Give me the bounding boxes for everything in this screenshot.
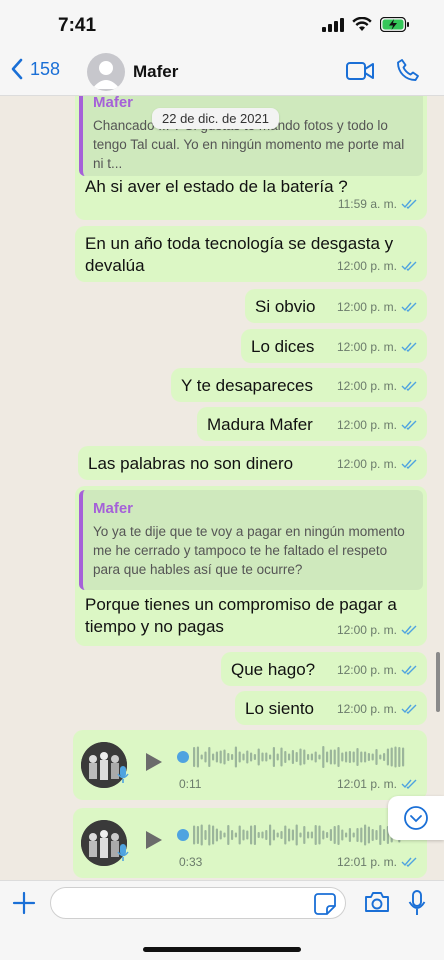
status-bar: 7:41 (0, 0, 444, 48)
chevron-down-circle-icon (404, 806, 428, 830)
waveform[interactable] (177, 822, 409, 848)
battery-charging-icon (380, 17, 409, 32)
quote-author: Mafer (93, 500, 134, 517)
message-meta: 12:01 p. m. (337, 851, 417, 873)
quote-text: Yo ya te dije que te voy a pagar en ning… (93, 524, 405, 577)
chat-area[interactable]: Mafer Chancado ... ? Si gustas te mando … (0, 96, 444, 880)
message-time: 12:00 p. m. (336, 379, 397, 393)
unread-count: 158 (30, 58, 61, 79)
voice-message[interactable]: 0:11 12:01 p. m. (73, 730, 427, 800)
back-button[interactable]: 158 (10, 58, 60, 80)
message-meta: 12:00 p. m. (337, 296, 417, 318)
chat-header: 158 Mafer (0, 48, 444, 96)
message-bubble[interactable]: Mafer Yo ya te dije que te voy a pagar e… (75, 486, 427, 646)
double-check-icon (401, 857, 417, 867)
message-time: 12:01 p. m. (336, 777, 397, 791)
message-time: 12:00 p. m. (336, 340, 397, 354)
microphone-icon (408, 890, 426, 915)
message-meta: 12:00 p. m. (337, 255, 417, 277)
microphone-badge-icon (117, 844, 129, 861)
message-time: 12:00 p. m. (336, 418, 397, 432)
message-bubble[interactable]: Madura Mafer 12:00 p. m. (197, 407, 427, 441)
message-time: 12:00 p. m. (336, 663, 397, 677)
message-bubble[interactable]: Si obvio 12:00 p. m. (245, 289, 427, 323)
microphone-badge-icon (117, 766, 129, 783)
message-meta: 12:00 p. m. (337, 453, 417, 475)
double-check-icon (401, 625, 417, 635)
message-meta: 12:00 p. m. (337, 698, 417, 720)
voice-message[interactable]: 0:33 12:01 p. m. (73, 808, 427, 878)
person-icon (92, 61, 120, 89)
message-bubble[interactable]: Las palabras no son dinero 12:00 p. m. (78, 446, 427, 480)
composer (0, 880, 444, 960)
play-icon[interactable] (145, 830, 163, 850)
voice-call-button[interactable] (396, 58, 420, 87)
plus-icon (12, 891, 36, 915)
message-time: 12:01 p. m. (336, 855, 397, 869)
waveform[interactable] (177, 744, 409, 770)
message-time: 12:00 p. m. (336, 259, 397, 273)
voice-record-button[interactable] (408, 890, 426, 921)
video-camera-icon (346, 62, 374, 80)
wifi-icon (352, 17, 372, 31)
double-check-icon (401, 459, 417, 469)
voice-duration: 0:33 (179, 855, 203, 869)
voice-duration: 0:11 (179, 777, 202, 791)
sticker-icon (314, 893, 336, 915)
double-check-icon (401, 665, 417, 675)
message-bubble[interactable]: En un año toda tecnología se desgasta y … (75, 226, 427, 282)
double-check-icon (401, 779, 417, 789)
double-check-icon (401, 420, 417, 430)
message-meta: 12:01 p. m. (337, 773, 417, 795)
message-input[interactable] (50, 887, 346, 919)
message-text: Lo dices (251, 337, 315, 356)
home-indicator (143, 947, 301, 952)
status-time: 7:41 (58, 15, 97, 36)
message-text: Lo siento (245, 699, 314, 718)
message-meta: 12:00 p. m. (337, 336, 417, 358)
scroll-to-bottom-button[interactable] (388, 796, 444, 840)
message-meta: 12:00 p. m. (337, 659, 417, 681)
camera-button[interactable] (364, 891, 390, 918)
status-icons (322, 17, 410, 32)
message-text: Que hago? (231, 660, 316, 679)
contact-name[interactable]: Mafer (133, 62, 178, 82)
message-text: Si obvio (255, 297, 316, 316)
message-meta: 12:00 p. m. (337, 414, 417, 436)
video-call-button[interactable] (346, 61, 374, 86)
message-text: Madura Mafer (207, 415, 313, 434)
message-time: 12:00 p. m. (336, 702, 397, 716)
double-check-icon (401, 261, 417, 271)
message-text: Y te desapareces (181, 376, 313, 395)
double-check-icon (401, 704, 417, 714)
contact-avatar[interactable] (87, 53, 125, 91)
message-text: Las palabras no son dinero (88, 454, 294, 473)
double-check-icon (401, 342, 417, 352)
message-bubble[interactable]: Que hago? 12:00 p. m. (221, 652, 427, 686)
attach-button[interactable] (12, 891, 36, 920)
message-bubble[interactable]: Lo siento 12:00 p. m. (235, 691, 427, 725)
message-meta: 12:00 p. m. (337, 619, 417, 641)
message-text: Ah si aver el estado de la batería ? (85, 177, 348, 196)
scrollbar[interactable] (436, 652, 440, 712)
sticker-button[interactable] (314, 893, 336, 920)
date-chip: 22 de dic. de 2021 (152, 108, 279, 129)
phone-icon (397, 59, 419, 81)
chevron-left-icon (11, 58, 23, 80)
message-time: 12:00 p. m. (336, 623, 397, 637)
play-icon[interactable] (145, 752, 163, 772)
message-bubble[interactable]: Lo dices 12:00 p. m. (241, 329, 427, 363)
double-check-icon (401, 302, 417, 312)
message-time: 12:00 p. m. (336, 457, 397, 471)
message-bubble[interactable]: Y te desapareces 12:00 p. m. (171, 368, 427, 402)
quoted-message[interactable]: Mafer Yo ya te dije que te voy a pagar e… (79, 490, 423, 590)
double-check-icon (401, 199, 417, 209)
message-time: 11:59 a. m. (337, 197, 397, 211)
message-meta: 11:59 a. m. (338, 193, 417, 215)
double-check-icon (401, 381, 417, 391)
message-meta: 12:00 p. m. (337, 375, 417, 397)
camera-icon (365, 892, 389, 912)
signal-icon (322, 17, 344, 32)
message-time: 12:00 p. m. (336, 300, 397, 314)
